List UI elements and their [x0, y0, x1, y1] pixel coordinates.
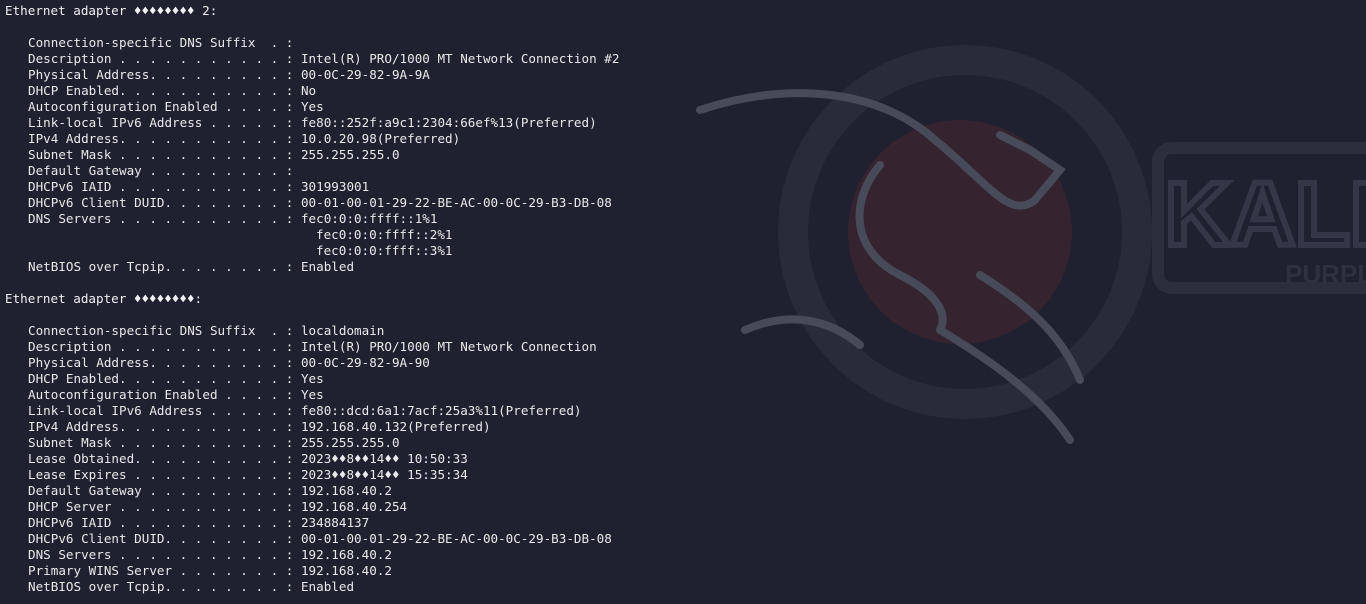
config-row: DHCPv6 Client DUID. . . . . . . . : 00-0… — [5, 531, 1361, 547]
config-label: Subnet Mask . . . . . . . . . . . : — [28, 147, 294, 162]
config-value: 10.0.20.98(Preferred) — [300, 131, 461, 146]
config-row: NetBIOS over Tcpip. . . . . . . . : Enab… — [5, 259, 1361, 275]
config-value: fe80::252f:a9c1:2304:66ef%13(Preferred) — [300, 115, 597, 130]
config-label: Connection-specific DNS Suffix . : — [28, 323, 294, 338]
config-value: Intel(R) PRO/1000 MT Network Connection … — [300, 51, 620, 66]
config-label: IPv4 Address. . . . . . . . . . . : — [28, 131, 294, 146]
terminal-output[interactable]: Ethernet adapter ♦♦♦♦♦♦♦♦ 2: Connection-s… — [5, 3, 1361, 601]
config-value: Enabled — [300, 579, 355, 594]
config-row: Subnet Mask . . . . . . . . . . . : 255.… — [5, 147, 1361, 163]
config-label: Subnet Mask . . . . . . . . . . . : — [28, 435, 294, 450]
config-label: DHCP Enabled. . . . . . . . . . . : — [28, 83, 294, 98]
config-label: Physical Address. . . . . . . . . : — [28, 355, 294, 370]
config-value: fe80::dcd:6a1:7acf:25a3%11(Preferred) — [300, 403, 582, 418]
config-value: 255.255.255.0 — [300, 435, 400, 450]
config-value: localdomain — [300, 323, 385, 338]
config-row: Lease Expires . . . . . . . . . . : 2023… — [5, 467, 1361, 483]
config-label: NetBIOS over Tcpip. . . . . . . . : — [28, 259, 294, 274]
config-value: Yes — [300, 99, 324, 114]
config-row: Link-local IPv6 Address . . . . . : fe80… — [5, 115, 1361, 131]
config-row: DNS Servers . . . . . . . . . . . : fec0… — [5, 211, 1361, 227]
config-value: Yes — [300, 371, 324, 386]
config-label: DNS Servers . . . . . . . . . . . : — [28, 547, 294, 562]
config-label: DHCPv6 Client DUID. . . . . . . . : — [28, 195, 294, 210]
config-label: Physical Address. . . . . . . . . : — [28, 67, 294, 82]
config-value: fec0:0:0:ffff::2%1 — [316, 227, 453, 242]
config-label: Lease Obtained. . . . . . . . . . : — [28, 451, 294, 466]
config-label: NetBIOS over Tcpip. . . . . . . . : — [28, 579, 294, 594]
config-value: 2023♦♦8♦♦14♦♦ 15:35:34 — [300, 467, 468, 482]
config-label: Connection-specific DNS Suffix . : — [28, 35, 294, 50]
config-row: NetBIOS over Tcpip. . . . . . . . : Enab… — [5, 579, 1361, 595]
adapter-header: Ethernet adapter ♦♦♦♦♦♦♦♦: — [5, 291, 203, 306]
config-value: 192.168.40.2 — [300, 547, 392, 562]
config-value: 00-0C-29-82-9A-9A — [300, 67, 430, 82]
config-row: DHCP Server . . . . . . . . . . . : 192.… — [5, 499, 1361, 515]
config-value: 301993001 — [300, 179, 370, 194]
config-row: Default Gateway . . . . . . . . . : 192.… — [5, 483, 1361, 499]
config-label: Primary WINS Server . . . . . . . : — [28, 563, 294, 578]
config-value: fec0:0:0:ffff::3%1 — [316, 243, 453, 258]
config-label: DHCPv6 IAID . . . . . . . . . . . : — [28, 515, 294, 530]
config-label: Description . . . . . . . . . . . : — [28, 51, 294, 66]
config-row: DNS Servers . . . . . . . . . . . : 192.… — [5, 547, 1361, 563]
config-value: 255.255.255.0 — [300, 147, 400, 162]
config-row: Link-local IPv6 Address . . . . . : fe80… — [5, 403, 1361, 419]
config-row: DHCPv6 IAID . . . . . . . . . . . : 3019… — [5, 179, 1361, 195]
config-value: 2023♦♦8♦♦14♦♦ 10:50:33 — [300, 451, 468, 466]
config-value: 192.168.40.254 — [300, 499, 408, 514]
config-row: IPv4 Address. . . . . . . . . . . : 192.… — [5, 419, 1361, 435]
config-label: DHCPv6 Client DUID. . . . . . . . : — [28, 531, 294, 546]
config-label: Description . . . . . . . . . . . : — [28, 339, 294, 354]
config-value: fec0:0:0:ffff::1%1 — [300, 211, 438, 226]
config-value: 234884137 — [300, 515, 370, 530]
config-value: 00-0C-29-82-9A-90 — [300, 355, 430, 370]
config-row: Connection-specific DNS Suffix . : — [5, 35, 1361, 51]
config-row: DHCPv6 IAID . . . . . . . . . . . : 2348… — [5, 515, 1361, 531]
config-row: DHCP Enabled. . . . . . . . . . . : No — [5, 83, 1361, 99]
config-value: 192.168.40.2 — [300, 483, 392, 498]
config-label: IPv4 Address. . . . . . . . . . . : — [28, 419, 294, 434]
config-label: Default Gateway . . . . . . . . . : — [28, 483, 294, 498]
adapter-header: Ethernet adapter ♦♦♦♦♦♦♦♦ 2: — [5, 3, 218, 18]
config-row: Default Gateway . . . . . . . . . : — [5, 163, 1361, 179]
config-value: No — [300, 83, 317, 98]
config-row: Primary WINS Server . . . . . . . : 192.… — [5, 563, 1361, 579]
config-label: Link-local IPv6 Address . . . . . : — [28, 403, 294, 418]
config-label: DHCP Enabled. . . . . . . . . . . : — [28, 371, 294, 386]
config-row: fec0:0:0:ffff::2%1 — [5, 227, 1361, 243]
config-row: Description . . . . . . . . . . . : Inte… — [5, 339, 1361, 355]
config-value: 00-01-00-01-29-22-BE-AC-00-0C-29-B3-DB-0… — [300, 531, 612, 546]
config-label: Autoconfiguration Enabled . . . . : — [28, 387, 294, 402]
config-value: 00-01-00-01-29-22-BE-AC-00-0C-29-B3-DB-0… — [300, 195, 612, 210]
config-row: Autoconfiguration Enabled . . . . : Yes — [5, 99, 1361, 115]
config-value: Intel(R) PRO/1000 MT Network Connection — [300, 339, 597, 354]
config-label: Link-local IPv6 Address . . . . . : — [28, 115, 294, 130]
config-row: fec0:0:0:ffff::3%1 — [5, 243, 1361, 259]
config-value: 192.168.40.132(Preferred) — [300, 419, 491, 434]
config-label: Lease Expires . . . . . . . . . . : — [28, 467, 294, 482]
config-value: 192.168.40.2 — [300, 563, 392, 578]
config-row: DHCP Enabled. . . . . . . . . . . : Yes — [5, 371, 1361, 387]
config-row: Physical Address. . . . . . . . . : 00-0… — [5, 355, 1361, 371]
config-row: Subnet Mask . . . . . . . . . . . : 255.… — [5, 435, 1361, 451]
config-label: Autoconfiguration Enabled . . . . : — [28, 99, 294, 114]
config-label: DHCP Server . . . . . . . . . . . : — [28, 499, 294, 514]
config-value: Yes — [300, 387, 324, 402]
config-row: Lease Obtained. . . . . . . . . . : 2023… — [5, 451, 1361, 467]
config-row: Description . . . . . . . . . . . : Inte… — [5, 51, 1361, 67]
config-row: Connection-specific DNS Suffix . : local… — [5, 323, 1361, 339]
config-label: DHCPv6 IAID . . . . . . . . . . . : — [28, 179, 294, 194]
config-row: Physical Address. . . . . . . . . : 00-0… — [5, 67, 1361, 83]
config-row: Autoconfiguration Enabled . . . . : Yes — [5, 387, 1361, 403]
config-row: DHCPv6 Client DUID. . . . . . . . : 00-0… — [5, 195, 1361, 211]
config-label: Default Gateway . . . . . . . . . : — [28, 163, 294, 178]
config-label: DNS Servers . . . . . . . . . . . : — [28, 211, 294, 226]
config-value: Enabled — [300, 259, 355, 274]
config-row: IPv4 Address. . . . . . . . . . . : 10.0… — [5, 131, 1361, 147]
